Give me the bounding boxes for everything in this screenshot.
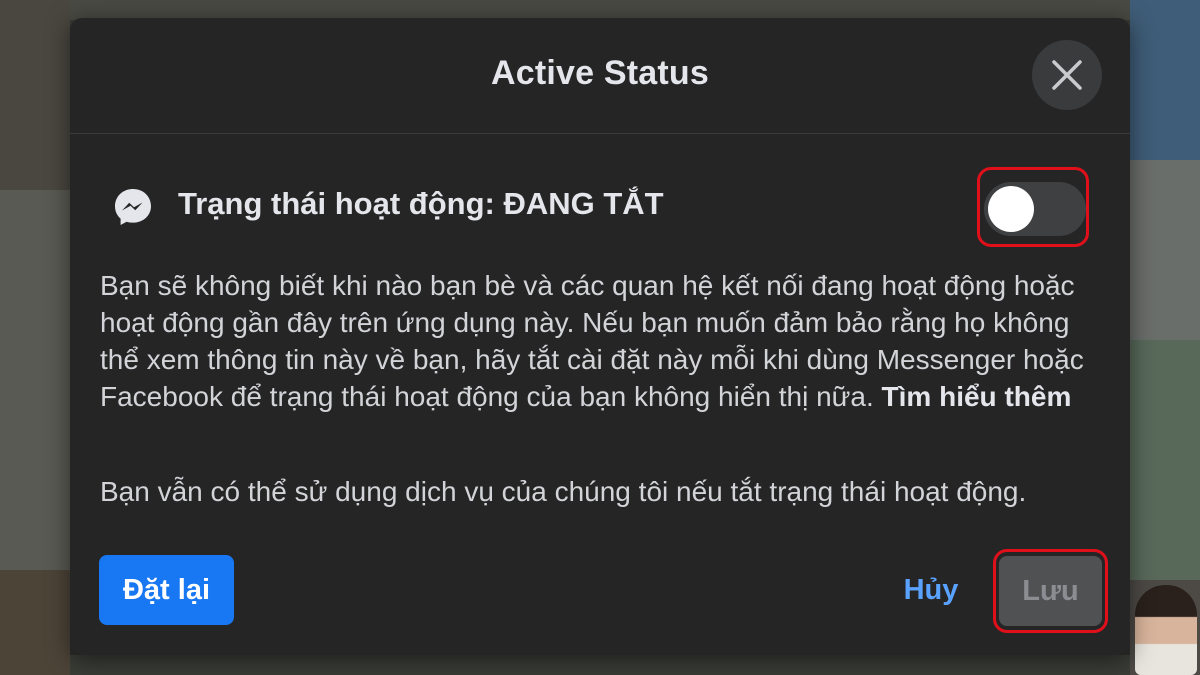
background-region [70,655,1130,675]
close-icon [1052,60,1082,90]
dialog-header: Active Status [70,18,1130,134]
background-person [1135,585,1197,675]
background-region [1130,160,1200,340]
background-region [0,190,70,570]
learn-more-link[interactable]: Tìm hiểu thêm [882,381,1072,412]
cancel-button[interactable]: Hủy [890,555,972,625]
description-text: Bạn sẽ không biết khi nào bạn bè và các … [100,267,1100,415]
active-status-label: Trạng thái hoạt động: ĐANG TẮT [178,186,664,221]
dialog-title: Active Status [490,54,709,92]
background-region [70,0,1130,20]
toggle-knob [988,186,1034,232]
note-text: Bạn vẫn có thể sử dụng dịch vụ của chúng… [100,476,1027,507]
save-button[interactable]: Lưu [999,556,1102,626]
background-region [0,570,70,675]
close-button[interactable] [1032,40,1102,110]
active-status-toggle[interactable] [984,182,1086,236]
reset-button[interactable]: Đặt lại [99,555,234,625]
background-region [1130,0,1200,160]
background-region [0,0,70,190]
messenger-icon [115,189,151,225]
background-region [1130,340,1200,580]
